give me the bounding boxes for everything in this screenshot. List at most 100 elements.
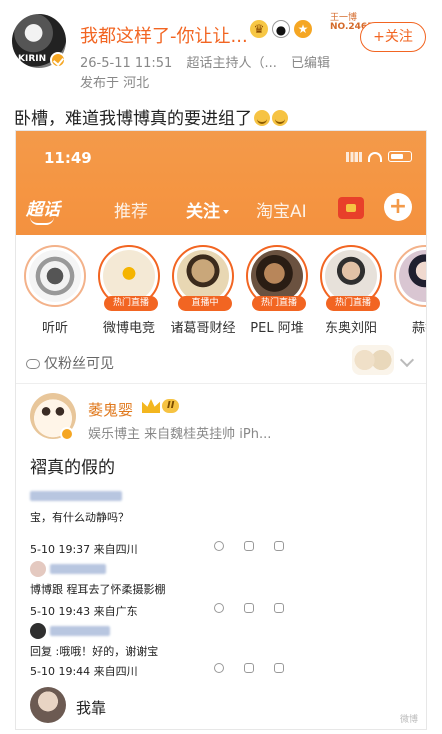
story-ring bbox=[394, 245, 426, 307]
verified-badge-icon bbox=[50, 52, 66, 68]
comment-icon[interactable] bbox=[274, 663, 284, 673]
member-badge: II bbox=[142, 399, 180, 413]
live-badge: 热门直播 bbox=[326, 296, 380, 311]
app-header: 11:49 超话 推荐 关注 淘宝AI + bbox=[16, 131, 426, 235]
red-packet-icon[interactable] bbox=[338, 197, 364, 219]
redacted-name bbox=[50, 626, 110, 636]
sticker-image bbox=[352, 345, 394, 375]
reply-avatar bbox=[30, 561, 46, 577]
reply-meta: 5-10 19:37 来自四川 bbox=[30, 543, 138, 556]
comment-icon[interactable] bbox=[274, 603, 284, 613]
share-icon[interactable] bbox=[214, 603, 224, 613]
repost-icon[interactable] bbox=[244, 663, 254, 673]
fans-only-notice: 仅粉丝可见 bbox=[26, 353, 114, 373]
fan-level-icon: ★ bbox=[294, 20, 312, 38]
member-level: II bbox=[162, 399, 180, 413]
reply-text: 我靠 bbox=[76, 699, 107, 717]
reply-meta: 5-10 19:43 来自广东 bbox=[30, 605, 138, 618]
live-badge: 热门直播 bbox=[104, 296, 158, 311]
crown-icon bbox=[142, 399, 160, 413]
reply-actions bbox=[214, 603, 284, 613]
story-name: 听听 bbox=[41, 321, 68, 336]
laugh-emoji-icon bbox=[254, 110, 270, 126]
story-name: 蒜香 bbox=[411, 321, 426, 336]
story-avatar bbox=[251, 250, 303, 302]
story-item[interactable]: 热门直播 东奥刘阳 bbox=[318, 245, 384, 336]
reply-avatar bbox=[30, 623, 46, 639]
story-item[interactable]: 热门直播 PEL 阿堆 bbox=[244, 245, 310, 336]
panda-icon: ● bbox=[272, 20, 290, 38]
comment-body: 褶真的假的 bbox=[30, 458, 115, 478]
story-avatar bbox=[325, 250, 377, 302]
post-date: 26-5-11 11:51 bbox=[80, 56, 173, 71]
live-badge: 热门直播 bbox=[252, 296, 306, 311]
redacted-name bbox=[50, 564, 106, 574]
tab-recommend[interactable]: 推荐 bbox=[114, 197, 148, 222]
fans-only-label: 仅粉丝可见 bbox=[44, 356, 114, 372]
story-name: 东奥刘阳 bbox=[324, 321, 377, 336]
story-item[interactable]: 热门直播 微博电竞 bbox=[96, 245, 162, 336]
add-icon[interactable]: + bbox=[384, 193, 412, 221]
reply-text: 宝，有什么动静吗？ bbox=[30, 511, 129, 524]
crown-icon: ♛ bbox=[250, 20, 268, 38]
story-ring bbox=[24, 245, 86, 307]
share-icon[interactable] bbox=[214, 541, 224, 551]
story-ring: 直播中 bbox=[172, 245, 234, 311]
wifi-icon bbox=[368, 151, 382, 162]
divider bbox=[16, 383, 426, 384]
story-name: 诸葛哥财经 bbox=[170, 321, 236, 336]
reply-actions bbox=[214, 663, 284, 673]
tab-follow[interactable]: 关注 bbox=[186, 197, 229, 222]
post-meta: 26-5-11 11:51 超话主持人（... 已编辑 bbox=[80, 52, 340, 71]
laugh-emoji-icon bbox=[272, 110, 288, 126]
tab-follow-label: 关注 bbox=[186, 202, 220, 222]
live-stories-row: 听听 热门直播 微博电竞 直播中 诸葛哥财经 热门直播 PEL 阿堆 热门直播 … bbox=[16, 245, 426, 339]
story-item[interactable]: 听听 bbox=[22, 245, 88, 336]
reply-author-row bbox=[30, 561, 106, 577]
story-ring: 热门直播 bbox=[320, 245, 382, 311]
post-body: 卧槽，难道我博博真的要进组了 bbox=[14, 104, 288, 129]
comment-icon[interactable] bbox=[274, 541, 284, 551]
reply-author-row bbox=[30, 489, 122, 502]
commenter-meta: 娱乐博主 来自魏桂英挂帅 iPh... bbox=[88, 427, 272, 442]
post-location: 发布于 河北 bbox=[80, 76, 150, 91]
live-badge: 直播中 bbox=[178, 296, 232, 311]
status-icons bbox=[346, 151, 412, 162]
reply-text: 博博跟 程耳去了怀柔摄影棚 bbox=[30, 583, 166, 596]
post-text: 卧槽，难道我博博真的要进组了 bbox=[14, 109, 252, 129]
reply-text: 回复 :哦哦！好的，谢谢宝 bbox=[30, 645, 159, 658]
status-time: 11:49 bbox=[44, 149, 92, 167]
post-edited[interactable]: 已编辑 bbox=[291, 56, 330, 71]
embedded-screenshot[interactable]: 11:49 超话 推荐 关注 淘宝AI + 听听 热门直播 微博电竞 直播中 诸… bbox=[15, 130, 427, 730]
author-badges: ♛ ● ★ bbox=[250, 20, 312, 38]
commenter-name[interactable]: 萎鬼婴 bbox=[88, 399, 133, 420]
post-source[interactable]: 超话主持人（... bbox=[186, 56, 276, 71]
repost-icon[interactable] bbox=[244, 541, 254, 551]
story-item[interactable]: 直播中 诸葛哥财经 bbox=[170, 245, 236, 336]
headphones-icon bbox=[29, 250, 81, 302]
story-ring: 热门直播 bbox=[98, 245, 160, 311]
watermark: 微博 bbox=[399, 715, 418, 725]
visibility-icon bbox=[26, 359, 40, 369]
redacted-name bbox=[30, 491, 122, 501]
share-icon[interactable] bbox=[214, 663, 224, 673]
follow-button[interactable]: +关注 bbox=[360, 22, 426, 52]
story-avatar bbox=[103, 250, 155, 302]
reply-avatar[interactable] bbox=[30, 687, 66, 723]
story-avatar bbox=[399, 250, 426, 302]
reply-author-row bbox=[30, 623, 110, 639]
reply-actions bbox=[214, 541, 284, 551]
author-name[interactable]: 我都这样了-你让让... bbox=[80, 22, 248, 48]
tab-taobao-ai[interactable]: 淘宝AI bbox=[256, 197, 307, 222]
story-name: 微博电竞 bbox=[102, 321, 155, 336]
story-item[interactable]: 蒜香 bbox=[392, 245, 426, 336]
story-avatar bbox=[177, 250, 229, 302]
repost-icon[interactable] bbox=[244, 603, 254, 613]
verified-badge-icon bbox=[60, 427, 74, 441]
reply-meta: 5-10 19:44 来自四川 bbox=[30, 665, 138, 678]
avatar-caption: KIRIN bbox=[18, 54, 47, 64]
chevron-down-icon[interactable] bbox=[399, 352, 415, 368]
tab-super-topic[interactable]: 超话 bbox=[26, 195, 60, 225]
tab-bar: 超话 推荐 关注 淘宝AI + bbox=[16, 191, 426, 227]
caret-down-icon bbox=[223, 210, 229, 214]
